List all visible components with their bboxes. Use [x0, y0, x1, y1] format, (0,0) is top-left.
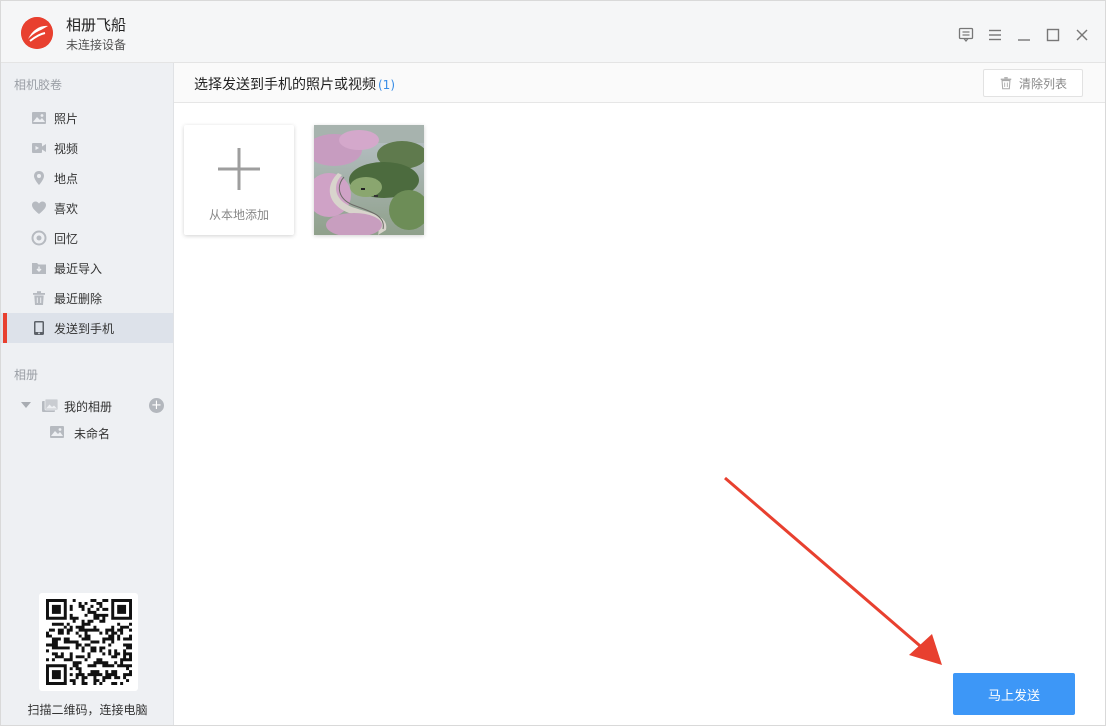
sidebar-item-label: 发送到手机 [54, 322, 115, 336]
sidebar-item-videos[interactable]: 视频 [1, 133, 173, 163]
phone-icon [31, 320, 47, 336]
sidebar-item-label: 回忆 [54, 232, 79, 246]
sidebar-item-label: 照片 [54, 112, 79, 126]
menu-icon [988, 29, 1001, 40]
album-item-label: 未命名 [74, 427, 111, 441]
add-album-button[interactable]: + [149, 398, 164, 413]
video-icon [31, 140, 47, 156]
title-bar[interactable]: 相册飞船 未连接设备 [1, 1, 1105, 63]
add-local-label: 从本地添加 [208, 208, 269, 222]
feedback-button[interactable] [956, 25, 975, 44]
trash-icon [1000, 77, 1012, 90]
send-now-button[interactable]: 马上发送 [953, 673, 1075, 715]
trash-icon [31, 290, 47, 306]
close-icon [1076, 29, 1087, 40]
window-controls [956, 25, 1091, 45]
app-logo-icon [21, 17, 53, 49]
import-icon [31, 260, 47, 276]
page-title: 选择发送到手机的照片或视频 (1) [194, 74, 395, 94]
sidebar-item-send-to-phone[interactable]: 发送到手机 [1, 313, 173, 343]
menu-button[interactable] [985, 25, 1004, 44]
qr-code [39, 593, 138, 691]
heart-icon [31, 200, 47, 216]
sidebar-item-label: 喜欢 [54, 202, 79, 216]
plus-icon [218, 148, 260, 190]
album-tree-my-albums[interactable]: 我的相册 + [1, 393, 173, 419]
sidebar-item-recent-imports[interactable]: 最近导入 [1, 253, 173, 283]
sidebar-item-memories[interactable]: 回忆 [1, 223, 173, 253]
selected-photo-thumbnail[interactable] [314, 125, 424, 235]
photo-thumbnail-image [314, 125, 424, 235]
sidebar-item-label: 地点 [54, 172, 79, 186]
sidebar-item-photos[interactable]: 照片 [1, 103, 173, 133]
close-button[interactable] [1072, 25, 1091, 44]
qr-caption: 扫描二维码，连接电脑 [27, 703, 148, 717]
sidebar-item-label: 最近导入 [54, 262, 103, 276]
album-root-label: 我的相册 [64, 400, 113, 414]
add-local-button[interactable]: 从本地添加 [184, 125, 294, 235]
location-icon [31, 170, 47, 186]
clear-list-label: 清除列表 [1018, 76, 1067, 91]
sidebar-item-recently-deleted[interactable]: 最近删除 [1, 283, 173, 313]
qr-code-icon [45, 599, 132, 685]
main-header: 选择发送到手机的照片或视频 (1) 清除列表 [174, 63, 1105, 103]
expand-caret-icon[interactable] [21, 402, 31, 408]
photo-icon [49, 424, 65, 440]
photo-icon [31, 110, 47, 126]
clear-list-button[interactable]: 清除列表 [983, 69, 1083, 97]
app-window: 相册飞船 未连接设备 相机胶卷 照片 视频 地点 喜欢 回忆 最近导入 最近删除… [0, 0, 1106, 726]
album-folder-icon [41, 397, 59, 415]
minimize-button[interactable] [1014, 25, 1033, 44]
maximize-button[interactable] [1043, 25, 1062, 44]
sidebar-item-places[interactable]: 地点 [1, 163, 173, 193]
main-panel: 选择发送到手机的照片或视频 (1) 清除列表 从本地添加 马上发送 [174, 63, 1105, 725]
memory-icon [31, 230, 47, 246]
maximize-icon [1046, 28, 1059, 41]
sidebar-item-favorites[interactable]: 喜欢 [1, 193, 173, 223]
section-label-albums: 相册 [14, 368, 39, 382]
sidebar-item-label: 最近删除 [54, 292, 103, 306]
sidebar-item-label: 视频 [54, 142, 79, 156]
selected-count: (1) [378, 78, 395, 92]
feedback-icon [958, 27, 973, 42]
app-title: 相册飞船 [66, 16, 127, 34]
page-title-text: 选择发送到手机的照片或视频 [194, 77, 376, 93]
connection-status: 未连接设备 [66, 38, 127, 52]
minimize-icon [1017, 38, 1030, 41]
section-label-camera-roll: 相机胶卷 [14, 78, 63, 92]
sidebar: 相机胶卷 照片 视频 地点 喜欢 回忆 最近导入 最近删除 发送到手机 相册 我… [1, 63, 174, 725]
album-item-unnamed[interactable]: 未命名 [1, 420, 173, 446]
